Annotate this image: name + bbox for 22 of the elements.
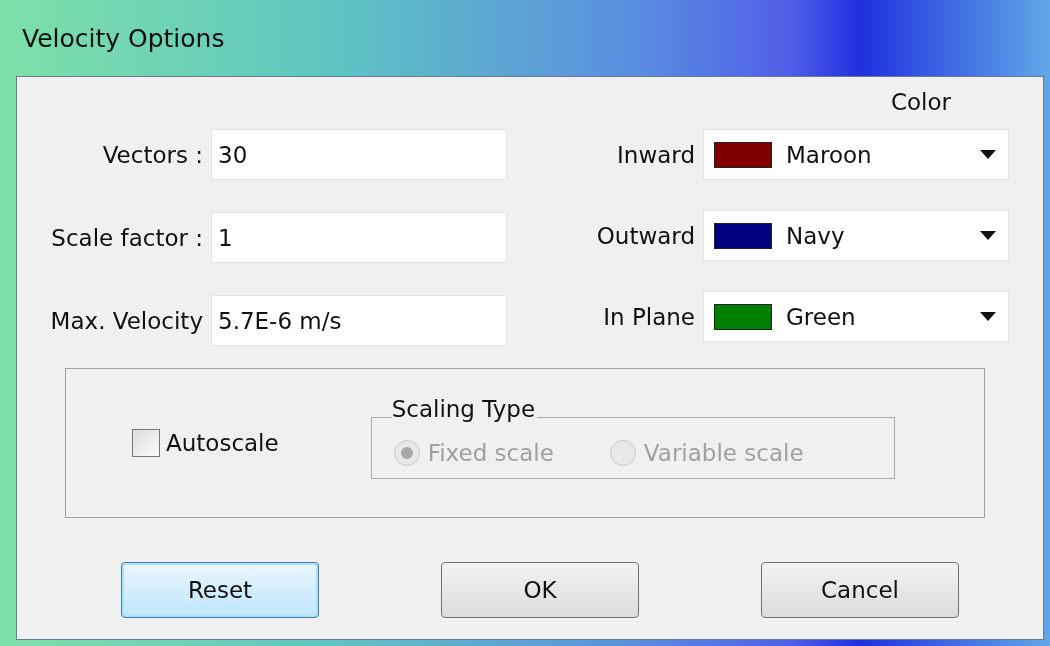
dropdown-arrow-icon — [980, 231, 996, 240]
field-label: Vectors : — [101, 141, 204, 168]
dropdown-arrow-icon — [980, 150, 996, 159]
dropdown-arrow-icon — [980, 312, 996, 321]
color-dropdown[interactable]: Green — [703, 291, 1009, 342]
input-field[interactable]: 5.7E-6 m/s — [211, 295, 507, 346]
autoscale-checkbox[interactable]: Autoscale — [132, 429, 279, 457]
input-field[interactable]: 30 — [211, 129, 507, 180]
field-label: In Plane — [602, 303, 696, 330]
column-heading: Color — [890, 89, 951, 117]
field-label: Inward — [616, 141, 696, 168]
group-title: Scaling Type — [391, 396, 538, 422]
field-label: Scale factor : — [50, 224, 204, 251]
field-label: Outward — [595, 222, 696, 249]
dialog-button[interactable]: Cancel — [761, 562, 959, 618]
input-field[interactable]: 1 — [211, 212, 507, 263]
color-dropdown[interactable]: Maroon — [703, 129, 1009, 180]
dialog-button[interactable]: OK — [441, 562, 639, 618]
field-label: Max. Velocity — [49, 307, 204, 334]
dialog-button[interactable]: Reset — [121, 562, 319, 618]
window-title: Velocity Options — [22, 23, 225, 53]
color-dropdown[interactable]: Navy — [703, 210, 1009, 261]
